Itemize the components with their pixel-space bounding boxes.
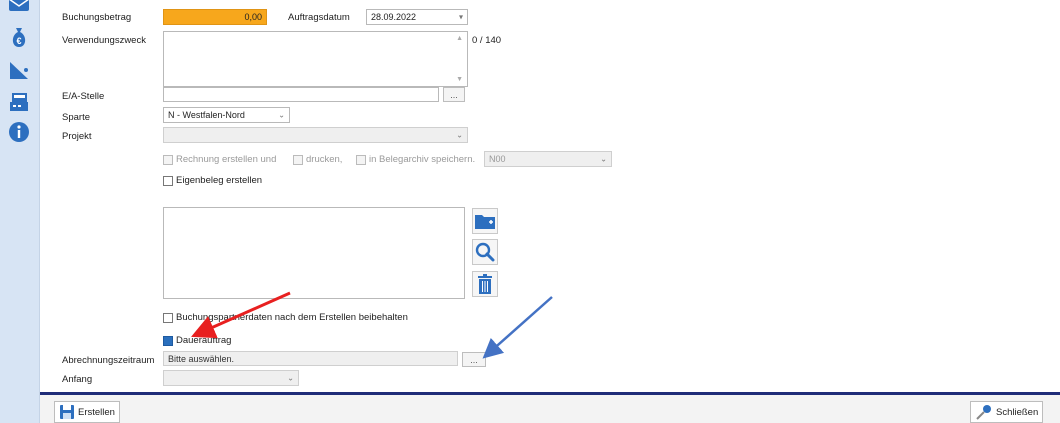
- verwendungszweck-label: Verwendungszweck: [62, 35, 146, 46]
- chevron-down-icon: ⌄: [287, 373, 294, 383]
- folder-add-icon: [475, 215, 495, 229]
- ea-stelle-label: E/A-Stelle: [62, 91, 105, 102]
- auftragsdatum-picker[interactable]: 28.09.2022 ▾: [366, 9, 468, 25]
- chevron-down-icon: ⌄: [600, 154, 607, 164]
- belegarchiv-label: in Belegarchiv speichern.: [369, 154, 476, 165]
- dauerauftrag-label: Dauerauftrag: [176, 335, 232, 346]
- verwendungszweck-textarea[interactable]: ▲ ▼: [163, 31, 468, 87]
- belegarchiv-select[interactable]: N00 ⌄: [484, 151, 612, 167]
- chevron-down-icon[interactable]: ⌄: [278, 111, 285, 120]
- belegarchiv-value: N00: [489, 154, 506, 164]
- blue-annotation-arrow: [482, 296, 553, 359]
- key-icon: [976, 405, 991, 420]
- dauerauftrag-checkbox[interactable]: [163, 336, 173, 346]
- abrechnungszeitraum-label: Abrechnungszeitraum: [62, 355, 155, 366]
- rechnung-checkbox[interactable]: [163, 155, 173, 165]
- magnifier-icon: [475, 242, 495, 262]
- sparte-label: Sparte: [62, 112, 90, 123]
- attachments-list[interactable]: [163, 207, 465, 299]
- erstellen-button[interactable]: Erstellen: [54, 401, 120, 423]
- erstellen-label: Erstellen: [78, 406, 115, 418]
- rechnung-label: Rechnung erstellen und: [176, 154, 277, 165]
- eigenbeleg-checkbox[interactable]: [163, 176, 173, 186]
- search-button[interactable]: [472, 239, 498, 265]
- auftragsdatum-label: Auftragsdatum: [288, 12, 350, 23]
- verwendungszweck-counter: 0 / 140: [472, 35, 502, 46]
- anfang-select[interactable]: ⌄: [163, 370, 299, 386]
- add-folder-button[interactable]: [472, 208, 498, 234]
- sparte-value: N - Westfalen-Nord: [168, 110, 245, 120]
- cash-register-icon[interactable]: [7, 90, 31, 114]
- anfang-label: Anfang: [62, 374, 93, 385]
- scroll-up-icon[interactable]: ▲: [456, 35, 463, 42]
- abrechnungszeitraum-browse-button[interactable]: ...: [462, 352, 486, 367]
- money-bag-icon[interactable]: €: [7, 25, 31, 49]
- chart-icon[interactable]: [7, 58, 31, 82]
- delete-button[interactable]: [472, 271, 498, 297]
- buchungsbetrag-input[interactable]: 0,00: [163, 9, 267, 25]
- projekt-label: Projekt: [62, 131, 92, 142]
- abrechnungszeitraum-value: Bitte auswählen.: [168, 353, 235, 364]
- drucken-label: drucken,: [306, 154, 343, 165]
- drucken-checkbox[interactable]: [293, 155, 303, 165]
- schliessen-button[interactable]: Schließen: [970, 401, 1044, 423]
- sidebar: €: [0, 0, 40, 423]
- trash-icon: [478, 274, 492, 294]
- save-icon: [60, 405, 74, 419]
- chevron-down-icon[interactable]: ▾: [459, 13, 463, 22]
- eigenbeleg-label: Eigenbeleg erstellen: [176, 175, 263, 186]
- buchungsbetrag-value: 0,00: [244, 12, 262, 22]
- info-icon[interactable]: [7, 120, 31, 144]
- schliessen-label: Schließen: [996, 406, 1039, 418]
- ea-stelle-input[interactable]: [163, 87, 439, 102]
- abrechnungszeitraum-input[interactable]: Bitte auswählen.: [163, 351, 458, 366]
- chevron-down-icon: ⌄: [456, 130, 463, 140]
- buchungsbetrag-label: Buchungsbetrag: [62, 12, 132, 23]
- scroll-down-icon[interactable]: ▼: [456, 76, 463, 83]
- buchungspartner-label: Buchungspartnerdaten nach dem Erstellen …: [176, 312, 408, 323]
- auftragsdatum-value: 28.09.2022: [371, 12, 417, 22]
- annotation-overlay: [191, 291, 553, 359]
- footer-bar: Erstellen Schließen: [40, 392, 1060, 423]
- envelope-icon[interactable]: [7, 0, 31, 16]
- svg-text:€: €: [16, 36, 21, 46]
- sparte-select[interactable]: N - Westfalen-Nord ⌄: [163, 107, 290, 123]
- ea-stelle-browse-button[interactable]: ...: [443, 87, 465, 102]
- buchungspartner-checkbox[interactable]: [163, 313, 173, 323]
- belegarchiv-checkbox[interactable]: [356, 155, 366, 165]
- projekt-select[interactable]: ⌄: [163, 127, 468, 143]
